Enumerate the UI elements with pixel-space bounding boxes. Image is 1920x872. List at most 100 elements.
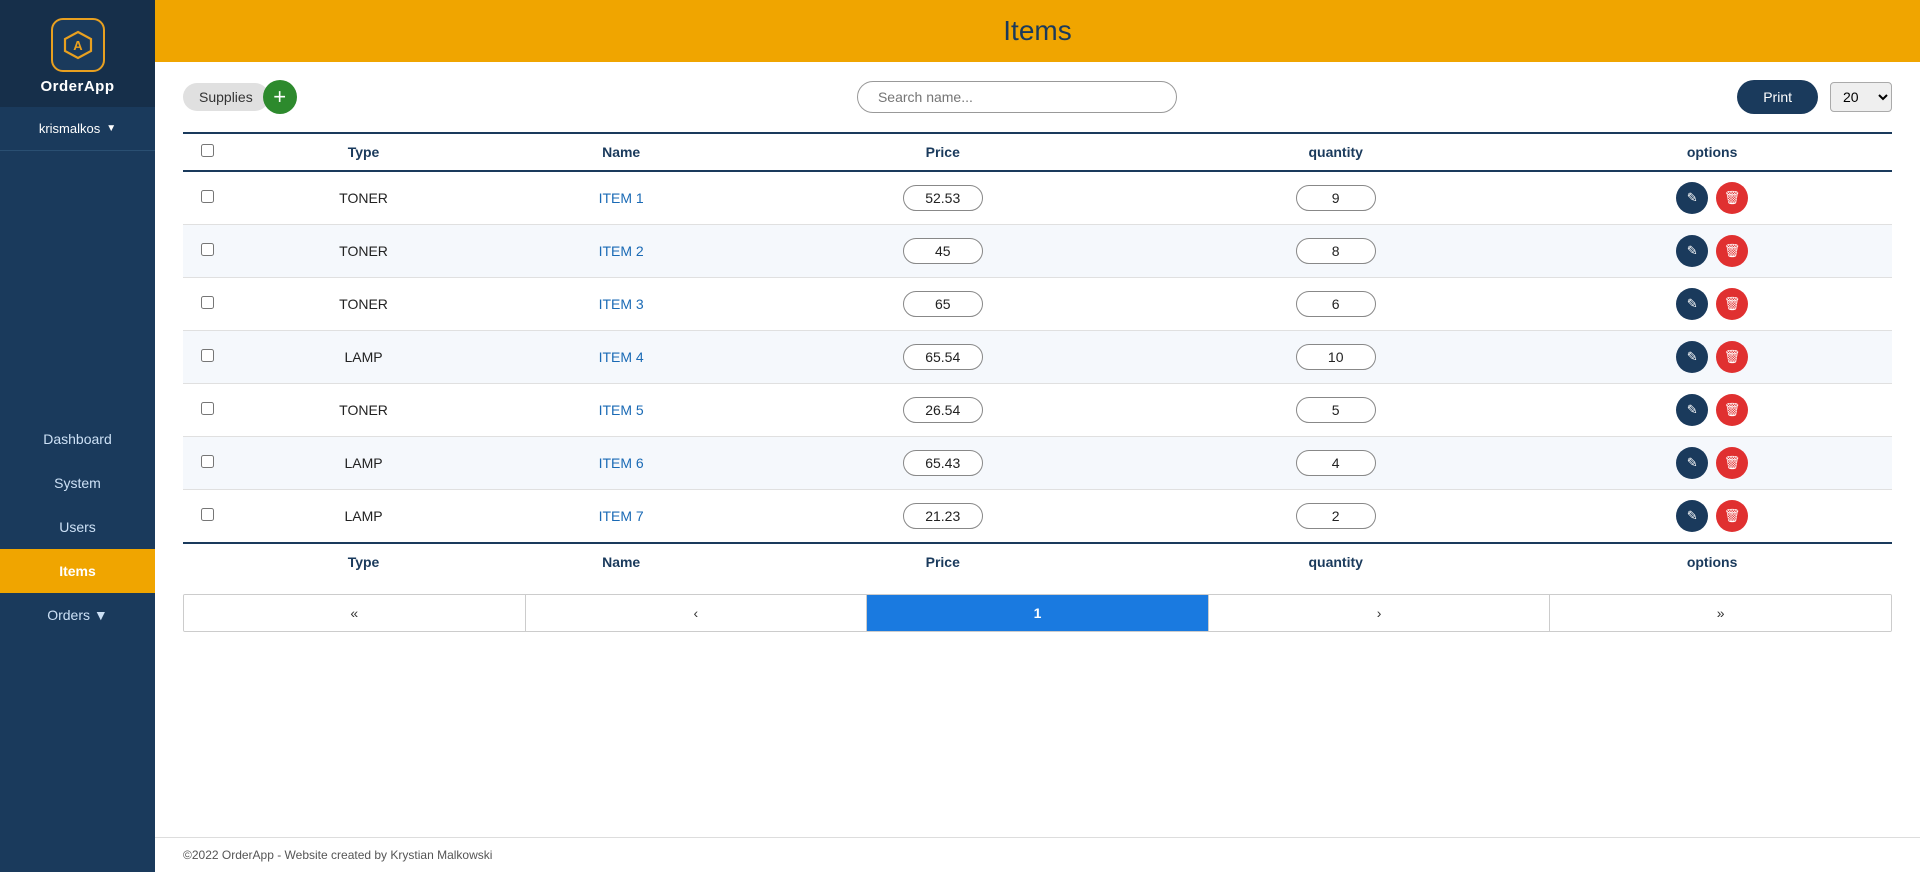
row-type: LAMP [231,331,496,384]
edit-button[interactable]: ✎ [1676,182,1708,214]
table-row: LAMP ITEM 7 21.23 2 ✎ 🗑 [183,490,1892,544]
edit-button[interactable]: ✎ [1676,447,1708,479]
row-type: TONER [231,171,496,225]
row-checkbox-cell [183,490,231,544]
page-title: Items [1003,15,1071,47]
row-name: ITEM 2 [496,225,746,278]
pagination-first[interactable]: « [184,595,526,631]
row-type: TONER [231,278,496,331]
price-pill: 26.54 [903,397,983,423]
delete-button[interactable]: 🗑 [1716,235,1748,267]
user-area[interactable]: krismalkos ▼ [0,107,155,151]
sidebar-item-dashboard[interactable]: Dashboard [0,417,155,461]
quantity-pill: 8 [1296,238,1376,264]
table-row: TONER ITEM 5 26.54 5 ✎ 🗑 [183,384,1892,437]
sidebar-item-orders[interactable]: Orders ▼ [0,593,155,637]
row-checkbox-cell [183,331,231,384]
add-item-button[interactable]: + [263,80,297,114]
sidebar-item-users[interactable]: Users [0,505,155,549]
delete-button[interactable]: 🗑 [1716,500,1748,532]
sidebar-item-system[interactable]: System [0,461,155,505]
row-checkbox[interactable] [201,455,214,468]
user-chevron-icon: ▼ [106,123,116,134]
logo-area: A OrderApp [0,0,155,107]
pagination-current[interactable]: 1 [867,595,1209,631]
row-quantity: 4 [1139,437,1532,490]
table-row: TONER ITEM 3 65 6 ✎ 🗑 [183,278,1892,331]
logo-icon: A [51,18,105,72]
quantity-pill: 2 [1296,503,1376,529]
table-row: LAMP ITEM 4 65.54 10 ✎ 🗑 [183,331,1892,384]
edit-button[interactable]: ✎ [1676,341,1708,373]
footer-text: ©2022 OrderApp - Website created by Krys… [183,848,492,862]
delete-button[interactable]: 🗑 [1716,447,1748,479]
supplies-area: Supplies + [183,80,297,114]
search-input[interactable] [857,81,1177,113]
name-header: Name [496,133,746,171]
edit-button[interactable]: ✎ [1676,394,1708,426]
row-name: ITEM 1 [496,171,746,225]
row-checkbox-cell [183,278,231,331]
username-label: krismalkos [39,121,100,136]
row-options: ✎ 🗑 [1532,331,1892,384]
edit-button[interactable]: ✎ [1676,500,1708,532]
select-all-header [183,133,231,171]
price-pill: 65.43 [903,450,983,476]
quantity-pill: 10 [1296,344,1376,370]
page-size-select[interactable]: 20 50 100 [1830,82,1892,112]
print-button[interactable]: Print [1737,80,1818,114]
main-content: Items Supplies + Print 20 50 100 [155,0,1920,872]
row-checkbox[interactable] [201,402,214,415]
row-type: LAMP [231,490,496,544]
price-pill: 45 [903,238,983,264]
table-body: TONER ITEM 1 52.53 9 ✎ 🗑 TONER ITEM 2 45… [183,171,1892,543]
row-price: 26.54 [746,384,1139,437]
pagination-next[interactable]: › [1209,595,1551,631]
edit-button[interactable]: ✎ [1676,288,1708,320]
row-quantity: 10 [1139,331,1532,384]
row-price: 65 [746,278,1139,331]
price-pill: 65 [903,291,983,317]
quantity-pill: 4 [1296,450,1376,476]
price-footer: Price [746,543,1139,580]
row-quantity: 9 [1139,171,1532,225]
pagination-prev[interactable]: ‹ [526,595,868,631]
type-header: Type [231,133,496,171]
price-pill: 65.54 [903,344,983,370]
row-options: ✎ 🗑 [1532,225,1892,278]
row-checkbox[interactable] [201,296,214,309]
quantity-pill: 6 [1296,291,1376,317]
table-row: LAMP ITEM 6 65.43 4 ✎ 🗑 [183,437,1892,490]
delete-button[interactable]: 🗑 [1716,394,1748,426]
footer: ©2022 OrderApp - Website created by Krys… [155,837,1920,872]
row-price: 45 [746,225,1139,278]
row-type: TONER [231,225,496,278]
row-options: ✎ 🗑 [1532,278,1892,331]
delete-button[interactable]: 🗑 [1716,182,1748,214]
row-quantity: 5 [1139,384,1532,437]
sidebar-item-items[interactable]: Items [0,549,155,593]
row-price: 65.54 [746,331,1139,384]
pagination: « ‹ 1 › » [183,594,1892,632]
price-pill: 21.23 [903,503,983,529]
quantity-header: quantity [1139,133,1532,171]
row-checkbox[interactable] [201,190,214,203]
delete-button[interactable]: 🗑 [1716,341,1748,373]
type-footer: Type [231,543,496,580]
row-checkbox[interactable] [201,349,214,362]
delete-button[interactable]: 🗑 [1716,288,1748,320]
row-quantity: 6 [1139,278,1532,331]
row-checkbox[interactable] [201,508,214,521]
controls-row: Supplies + Print 20 50 100 [183,80,1892,114]
row-checkbox[interactable] [201,243,214,256]
row-checkbox-cell [183,384,231,437]
select-all-checkbox[interactable] [201,144,214,157]
row-options: ✎ 🗑 [1532,384,1892,437]
row-name: ITEM 6 [496,437,746,490]
items-table: Type Name Price quantity options TONER I… [183,132,1892,580]
edit-button[interactable]: ✎ [1676,235,1708,267]
options-footer: options [1532,543,1892,580]
pagination-last[interactable]: » [1550,595,1891,631]
top-bar: Items [155,0,1920,62]
table-row: TONER ITEM 2 45 8 ✎ 🗑 [183,225,1892,278]
